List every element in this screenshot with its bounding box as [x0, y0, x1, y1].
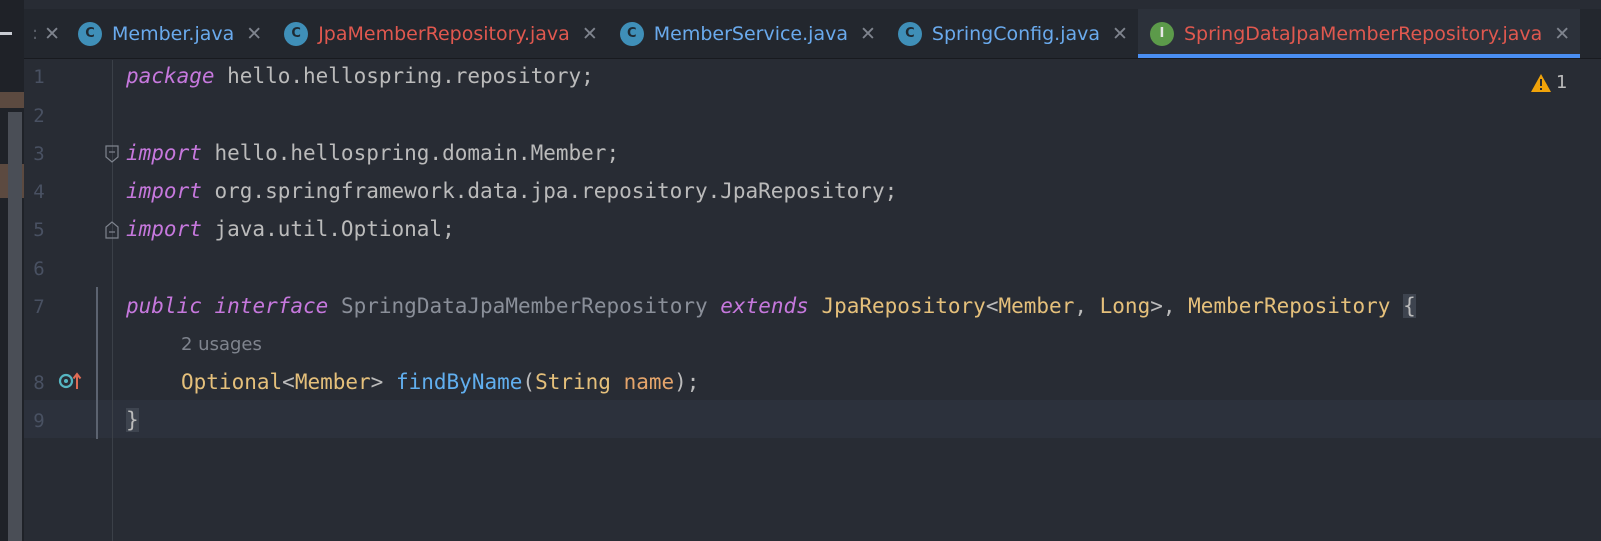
- tab-spring-data-jpa-member-repository[interactable]: I SpringDataJpaMemberRepository.java ✕: [1137, 9, 1581, 58]
- keyword: interface: [214, 294, 329, 318]
- punct: <: [985, 294, 999, 318]
- line-number: 4: [33, 181, 45, 203]
- code-line-3[interactable]: import hello.hellospring.domain.Member;: [126, 141, 619, 165]
- warning-indicator[interactable]: 1: [1530, 72, 1567, 93]
- keyword: package: [126, 64, 215, 88]
- tab-spring-config[interactable]: C SpringConfig.java ✕: [886, 9, 1138, 58]
- keyword: import: [126, 179, 202, 203]
- code-text: hello.hellospring.repository;: [214, 64, 594, 88]
- left-tool-strip: [0, 0, 24, 541]
- close-icon[interactable]: ✕: [1112, 23, 1128, 45]
- current-line-highlight: [24, 400, 1601, 438]
- keyword: extends: [720, 294, 809, 318]
- line-number: 8: [33, 372, 45, 394]
- param-name: name: [623, 370, 675, 394]
- punct: >,: [1150, 294, 1189, 318]
- keyword: import: [126, 217, 202, 241]
- brace-match: {: [1403, 294, 1416, 318]
- scope-bracket: [96, 287, 98, 439]
- interface-name: SpringDataJpaMemberRepository: [340, 294, 708, 318]
- class-icon: C: [619, 21, 644, 46]
- fold-end-icon[interactable]: [105, 221, 119, 239]
- tab-label: JpaMemberRepository.java: [318, 22, 570, 45]
- usages-hint[interactable]: 2 usages: [181, 334, 262, 355]
- line-number: 7: [33, 296, 45, 318]
- tab-member-java[interactable]: C Member.java ✕: [66, 9, 272, 58]
- line-number: 1: [33, 66, 45, 88]
- keyword: public: [126, 294, 202, 318]
- change-marker: [0, 92, 24, 108]
- class-icon: C: [897, 21, 922, 46]
- punct: );: [674, 370, 700, 394]
- type-name: Optional: [181, 370, 283, 394]
- class-icon: C: [78, 21, 102, 46]
- code-text: hello.hellospring.domain.Member;: [201, 141, 620, 165]
- scrollbar-thumb[interactable]: [8, 112, 22, 541]
- code-line-5[interactable]: import java.util.Optional;: [126, 217, 455, 241]
- punct: ,: [1074, 294, 1100, 318]
- tab-member-service[interactable]: C MemberService.java ✕: [608, 9, 886, 58]
- line-number: 2: [33, 105, 45, 127]
- type-name: Long: [1099, 294, 1151, 318]
- line-number: 9: [33, 410, 45, 432]
- method-name: findByName: [395, 370, 523, 394]
- tab-label: MemberService.java: [653, 22, 848, 45]
- tab-fade: :: [32, 23, 39, 44]
- line-number: 5: [33, 219, 45, 241]
- code-line-4[interactable]: import org.springframework.data.jpa.repo…: [126, 179, 897, 203]
- brace-match: }: [126, 408, 139, 432]
- close-icon[interactable]: ✕: [860, 23, 876, 45]
- fold-start-icon[interactable]: [105, 145, 119, 163]
- editor-tab-bar: : ✕ C Member.java ✕ C JpaMemberRepositor…: [24, 9, 1601, 59]
- warning-count: 1: [1556, 72, 1568, 93]
- warning-icon: [1531, 73, 1551, 92]
- code-text: java.util.Optional;: [201, 217, 455, 241]
- line-number: 6: [33, 258, 45, 280]
- tab-partial[interactable]: : ✕: [24, 9, 66, 58]
- close-icon[interactable]: ✕: [44, 23, 60, 45]
- implements-icon[interactable]: [58, 372, 82, 390]
- close-icon[interactable]: ✕: [1554, 23, 1570, 45]
- collapse-icon[interactable]: [0, 32, 12, 35]
- type-name: Member: [294, 370, 371, 394]
- close-icon[interactable]: ✕: [246, 23, 262, 45]
- interface-icon: I: [1149, 21, 1174, 46]
- indent-guide: [112, 60, 113, 541]
- tab-jpa-member-repository[interactable]: C JpaMemberRepository.java ✕: [272, 9, 608, 58]
- code-line-7[interactable]: public interface SpringDataJpaMemberRepo…: [126, 294, 1416, 318]
- code-line-1[interactable]: package hello.hellospring.repository;: [126, 64, 594, 88]
- punct: >: [370, 370, 396, 394]
- punct: <: [282, 370, 295, 394]
- close-icon[interactable]: ✕: [582, 23, 598, 45]
- type-name: Member: [998, 294, 1075, 318]
- type-name: String: [535, 370, 611, 394]
- code-line-8[interactable]: Optional<Member> findByName(String name)…: [181, 370, 699, 394]
- code-text: org.springframework.data.jpa.repository.…: [201, 179, 898, 203]
- code-line-9[interactable]: }: [126, 408, 139, 432]
- keyword: import: [126, 141, 202, 165]
- tab-label: Member.java: [112, 22, 235, 45]
- type-name: JpaRepository: [821, 294, 986, 318]
- line-number: 3: [33, 143, 45, 165]
- tab-label: SpringDataJpaMemberRepository.java: [1183, 22, 1543, 45]
- class-icon: C: [284, 21, 309, 46]
- punct: (: [522, 370, 536, 394]
- tab-label: SpringConfig.java: [931, 22, 1101, 45]
- type-name: MemberRepository: [1188, 294, 1391, 318]
